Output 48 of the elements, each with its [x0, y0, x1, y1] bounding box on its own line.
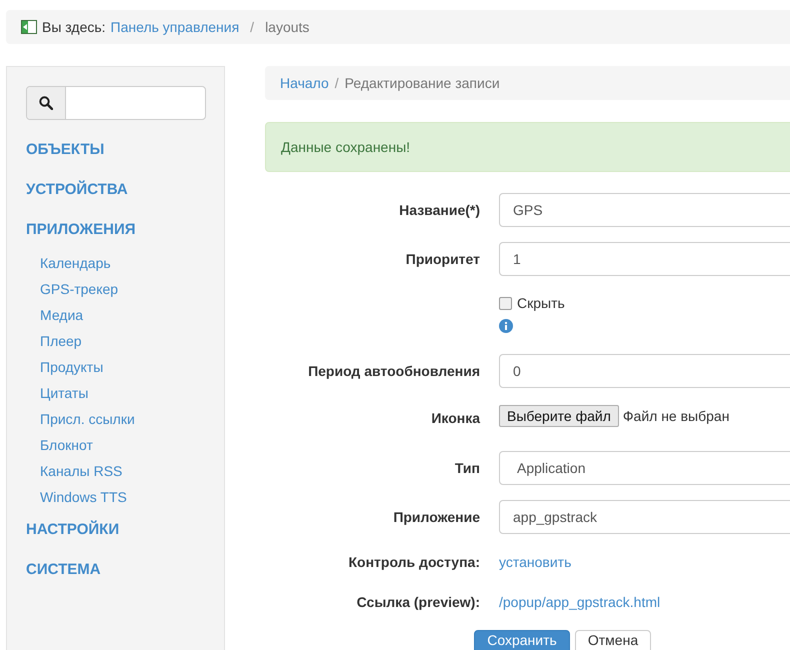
alert-message: Данные сохранены!	[281, 138, 410, 157]
field-label: Период автообновления	[308, 362, 480, 381]
sidebar-section[interactable]: УСТРОЙСТВА	[26, 172, 205, 212]
field-label: Иконка	[431, 409, 480, 428]
breadcrumb-separator: /	[249, 18, 256, 36]
window-icon	[21, 20, 37, 34]
field-label: Приоритет	[406, 250, 480, 269]
breadcrumb-link[interactable]: Начало	[280, 72, 329, 94]
sidebar-item[interactable]: Каналы RSS	[40, 458, 122, 484]
breadcrumb-separator: /	[334, 74, 340, 92]
sidebar-item[interactable]: Медиа	[40, 302, 84, 328]
sidebar-item[interactable]: Календарь	[40, 250, 111, 276]
sidebar-section[interactable]: НАСТРОЙКИ	[26, 512, 205, 552]
input-field[interactable]: app_gpstrack	[499, 500, 790, 534]
search-icon	[39, 96, 53, 110]
field-label: Тип	[454, 459, 480, 478]
sidebar-section[interactable]: ОБЪЕКТЫ	[26, 132, 205, 172]
breadcrumb-prefix: Вы здесь:	[42, 18, 106, 37]
link[interactable]: /popup/app_gpstrack.html	[499, 592, 660, 612]
checkbox[interactable]	[499, 296, 512, 310]
breadcrumb-current: Редактирование записи	[344, 74, 500, 93]
field-label: Ссылка (preview):	[356, 592, 480, 612]
field-label: Контроль доступа:	[348, 552, 480, 572]
info-icon	[499, 319, 513, 333]
input-field[interactable]: 0	[499, 354, 790, 388]
sidebar-item[interactable]: Цитаты	[40, 380, 88, 406]
select-field[interactable]: Application	[499, 451, 790, 485]
search-field[interactable]	[26, 86, 206, 120]
sidebar-item[interactable]: Плеер	[40, 328, 82, 354]
sidebar-item[interactable]: GPS-трекер	[40, 276, 118, 302]
sidebar-section[interactable]: СИСТЕМА	[26, 552, 205, 592]
sidebar-item[interactable]: Windows TTS	[40, 484, 127, 510]
breadcrumb-current: layouts	[265, 18, 310, 37]
link[interactable]: установить	[499, 552, 572, 572]
checkbox-label: Скрыть	[517, 294, 565, 313]
sidebar-item[interactable]: Продукты	[40, 354, 104, 380]
file-status: Файл не выбран	[622, 406, 730, 426]
input-field[interactable]: GPS	[499, 193, 790, 227]
save-button[interactable]: Сохранить	[474, 630, 570, 650]
sidebar-item[interactable]: Блокнот	[40, 432, 93, 458]
sidebar-item[interactable]: Присл. ссылки	[40, 406, 135, 432]
input-field[interactable]: 1	[499, 242, 790, 276]
field-label: Название(*)	[399, 201, 480, 220]
cancel-button[interactable]: Отмена	[575, 630, 651, 650]
field-label: Приложение	[393, 508, 480, 527]
choose-file-button[interactable]: Выберите файл	[499, 405, 619, 427]
sidebar-section[interactable]: ПРИЛОЖЕНИЯ	[26, 212, 205, 252]
breadcrumb-link[interactable]: Панель управления	[110, 16, 240, 38]
